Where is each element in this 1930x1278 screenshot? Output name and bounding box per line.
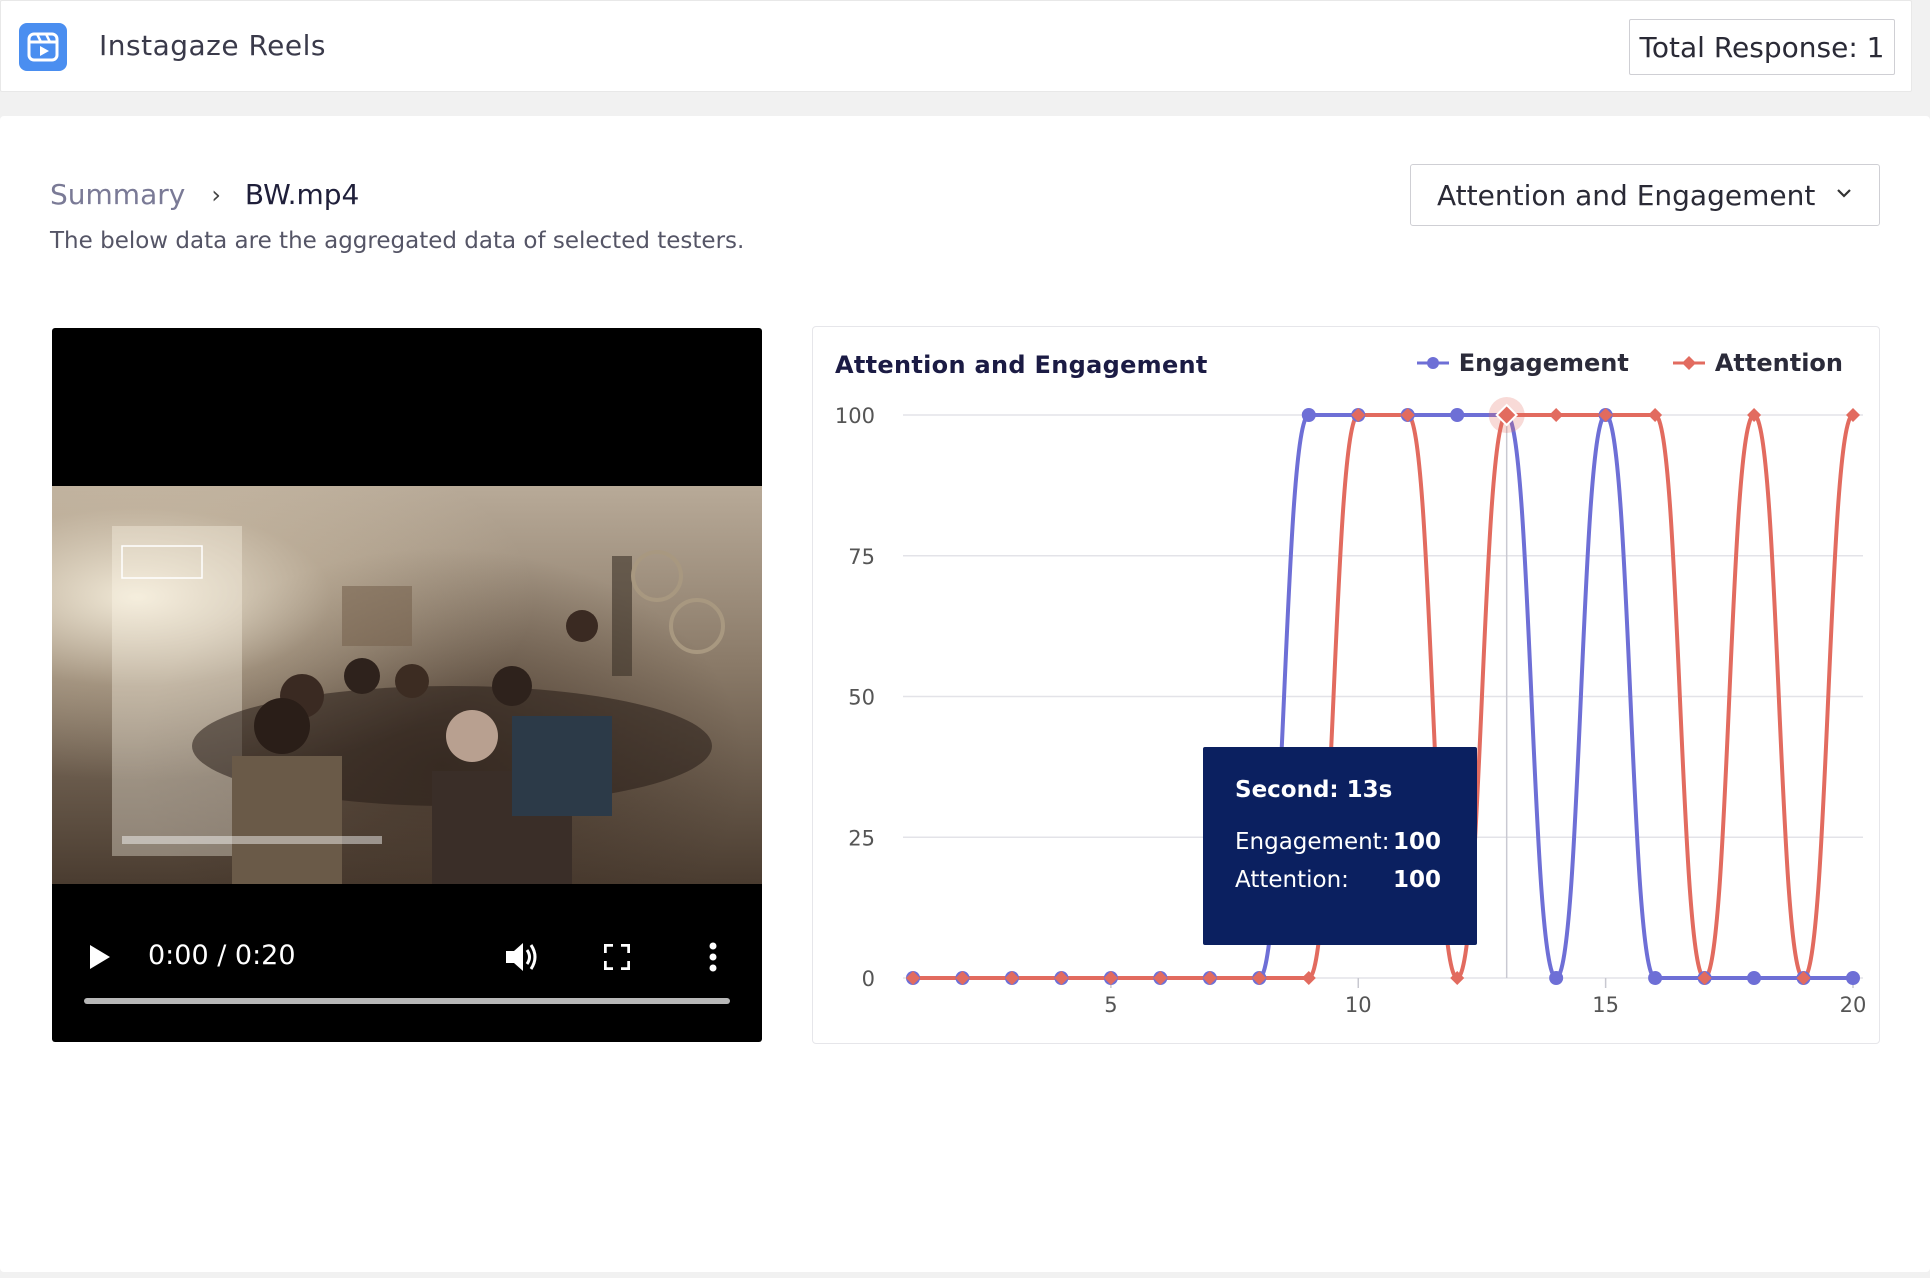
top-bar: Instagaze Reels Total Response: 1 bbox=[0, 0, 1912, 92]
chart-tooltip: Second: 13s Engagement: 100 Attention: 1… bbox=[1203, 747, 1477, 945]
engagement-point bbox=[1549, 971, 1564, 985]
tooltip-engagement-row: Engagement: 100 bbox=[1235, 829, 1477, 855]
engagement-point bbox=[1450, 408, 1465, 422]
tooltip-attention-label: Attention: bbox=[1235, 867, 1349, 893]
reels-app-icon[interactable] bbox=[19, 23, 67, 71]
tooltip-attention-row: Attention: 100 bbox=[1235, 867, 1477, 893]
page-subtitle: The below data are the aggregated data o… bbox=[50, 228, 745, 254]
chevron-right-icon: › bbox=[211, 180, 221, 209]
attention-engagement-chart: Attention and Engagement Engagement Atte… bbox=[812, 326, 1880, 1044]
y-tick-label: 50 bbox=[848, 686, 875, 710]
metric-select-value: Attention and Engagement bbox=[1437, 178, 1816, 212]
y-tick-label: 0 bbox=[862, 967, 875, 991]
metric-select[interactable]: Attention and Engagement bbox=[1410, 164, 1880, 226]
x-tick-label: 20 bbox=[1840, 993, 1867, 1017]
engagement-point bbox=[1648, 971, 1663, 985]
engagement-point bbox=[1846, 971, 1860, 985]
tooltip-attention-value: 100 bbox=[1393, 867, 1442, 893]
x-tick-label: 5 bbox=[1104, 993, 1117, 1017]
fullscreen-icon[interactable] bbox=[604, 944, 630, 970]
app-title: Instagaze Reels bbox=[99, 29, 327, 62]
x-tick-label: 10 bbox=[1345, 993, 1372, 1017]
engagement-point bbox=[1301, 408, 1316, 422]
x-tick-label: 15 bbox=[1592, 993, 1619, 1017]
tooltip-title: Second: 13s bbox=[1235, 777, 1393, 803]
chevron-down-icon bbox=[1837, 189, 1851, 198]
breadcrumb-summary-link[interactable]: Summary bbox=[50, 178, 185, 211]
attention-point bbox=[1549, 408, 1564, 422]
total-response-badge: Total Response: 1 bbox=[1629, 19, 1895, 75]
main-panel: Summary › BW.mp4 The below data are the … bbox=[0, 116, 1930, 1272]
video-progress-bar[interactable] bbox=[84, 998, 730, 1004]
volume-icon[interactable] bbox=[504, 940, 540, 974]
y-tick-label: 75 bbox=[848, 545, 875, 569]
video-controls: 0:00 / 0:20 bbox=[52, 884, 762, 1042]
breadcrumb: Summary › BW.mp4 bbox=[50, 178, 359, 211]
video-scene-image bbox=[112, 526, 725, 884]
y-tick-label: 25 bbox=[848, 826, 875, 850]
more-options-icon[interactable] bbox=[708, 942, 718, 972]
play-icon[interactable] bbox=[88, 944, 112, 970]
tooltip-engagement-value: 100 bbox=[1393, 829, 1442, 855]
video-player[interactable]: 0:00 / 0:20 bbox=[52, 328, 762, 1042]
engagement-point bbox=[1747, 971, 1762, 985]
y-tick-label: 100 bbox=[835, 404, 875, 428]
breadcrumb-current: BW.mp4 bbox=[244, 178, 360, 211]
video-frame bbox=[52, 486, 762, 884]
tooltip-engagement-label: Engagement: bbox=[1235, 829, 1390, 855]
video-time: 0:00 / 0:20 bbox=[148, 940, 296, 971]
